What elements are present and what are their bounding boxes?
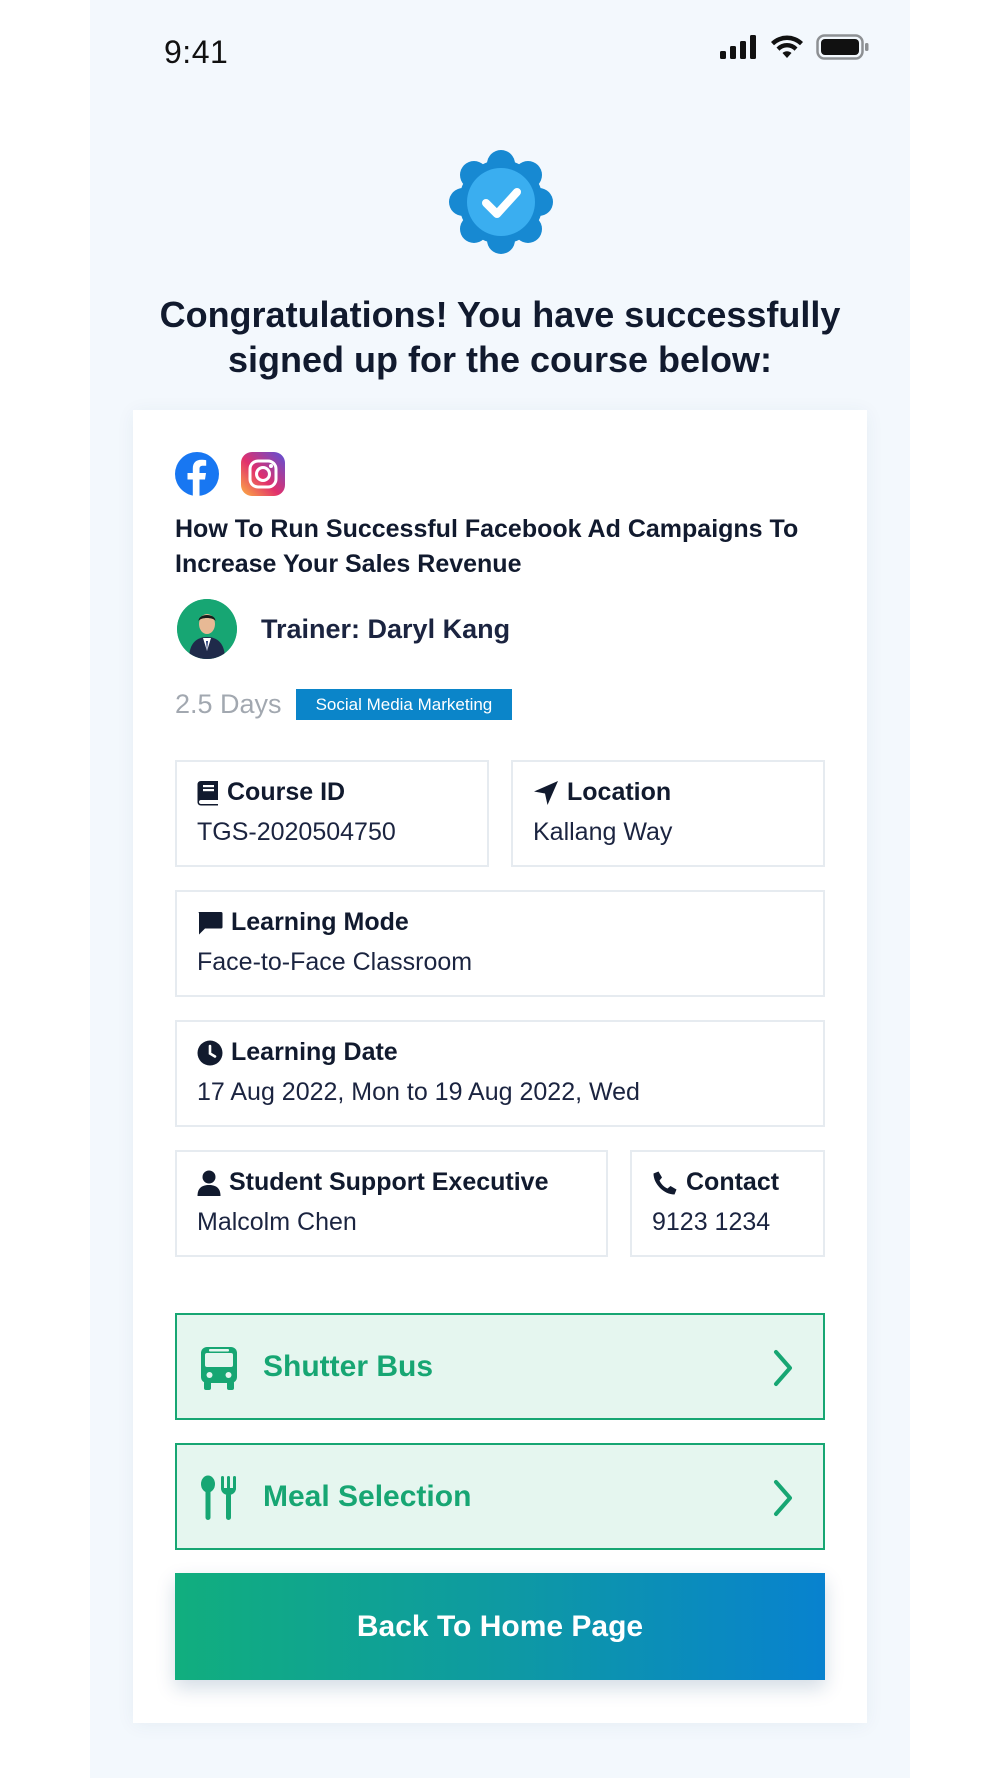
course-title: How To Run Successful Facebook Ad Campai… (175, 515, 799, 578)
user-icon (197, 1170, 221, 1196)
chat-icon (198, 911, 223, 934)
battery-icon (816, 34, 869, 60)
category-tag[interactable]: Social Media Marketing (295, 689, 513, 720)
location-label: Location (567, 778, 672, 806)
trainer-row: Trainer: Daryl Kang (177, 599, 510, 659)
location-arrow-icon (534, 780, 558, 805)
learning-mode-box: Learning Mode Face-to-Face Classroom (175, 890, 825, 997)
course-id-label: Course ID (227, 778, 346, 806)
phone-icon (653, 1171, 677, 1194)
location-value: Kallang Way (533, 818, 673, 846)
book-icon (197, 780, 218, 805)
chevron-right-icon (774, 1350, 792, 1386)
verified-badge-icon (446, 147, 556, 257)
utensils-icon (201, 1475, 236, 1520)
support-executive-value: Malcolm Chen (197, 1208, 357, 1236)
phone-screen: 9:41 Congratulations! You have successfu… (90, 0, 910, 1778)
avatar (177, 599, 237, 659)
course-id-value: TGS-2020504750 (197, 818, 396, 846)
shuttle-bus-button[interactable]: Shutter Bus (175, 1313, 825, 1420)
shuttle-bus-label: Shutter Bus (263, 1349, 434, 1383)
success-headline: Congratulations! You have successfully s… (159, 294, 841, 380)
contact-box[interactable]: Contact 9123 1234 (630, 1150, 825, 1257)
course-card: How To Run Successful Facebook Ad Campai… (133, 410, 867, 1723)
course-meta: 2.5 Days Social Media Marketing (175, 689, 513, 720)
meal-selection-label: Meal Selection (263, 1479, 472, 1513)
meal-selection-button[interactable]: Meal Selection (175, 1443, 825, 1550)
trainer-name: Trainer: Daryl Kang (261, 613, 511, 644)
back-to-home-button[interactable]: Back To Home Page (175, 1573, 825, 1680)
status-time: 9:41 (164, 34, 229, 70)
learning-mode-value: Face-to-Face Classroom (197, 948, 473, 976)
facebook-icon[interactable] (175, 452, 219, 496)
chevron-right-icon (774, 1480, 792, 1516)
learning-date-box: Learning Date 17 Aug 2022, Mon to 19 Aug… (175, 1020, 825, 1127)
course-duration: 2.5 Days (175, 689, 282, 719)
course-id-box: Course ID TGS-2020504750 (175, 760, 489, 867)
clock-icon (197, 1040, 223, 1065)
social-icons (175, 452, 285, 496)
learning-mode-label: Learning Mode (231, 908, 409, 936)
contact-value: 9123 1234 (652, 1208, 771, 1236)
support-executive-box: Student Support Executive Malcolm Chen (175, 1150, 608, 1257)
bus-icon (201, 1347, 237, 1390)
location-box: Location Kallang Way (511, 760, 825, 867)
status-icons (720, 34, 870, 60)
wifi-icon (771, 35, 803, 58)
learning-date-label: Learning Date (231, 1038, 398, 1066)
instagram-icon[interactable] (241, 452, 285, 496)
contact-label: Contact (686, 1168, 780, 1196)
signal-icon (720, 35, 756, 59)
support-executive-label: Student Support Executive (229, 1168, 549, 1196)
learning-date-value: 17 Aug 2022, Mon to 19 Aug 2022, Wed (197, 1078, 640, 1106)
